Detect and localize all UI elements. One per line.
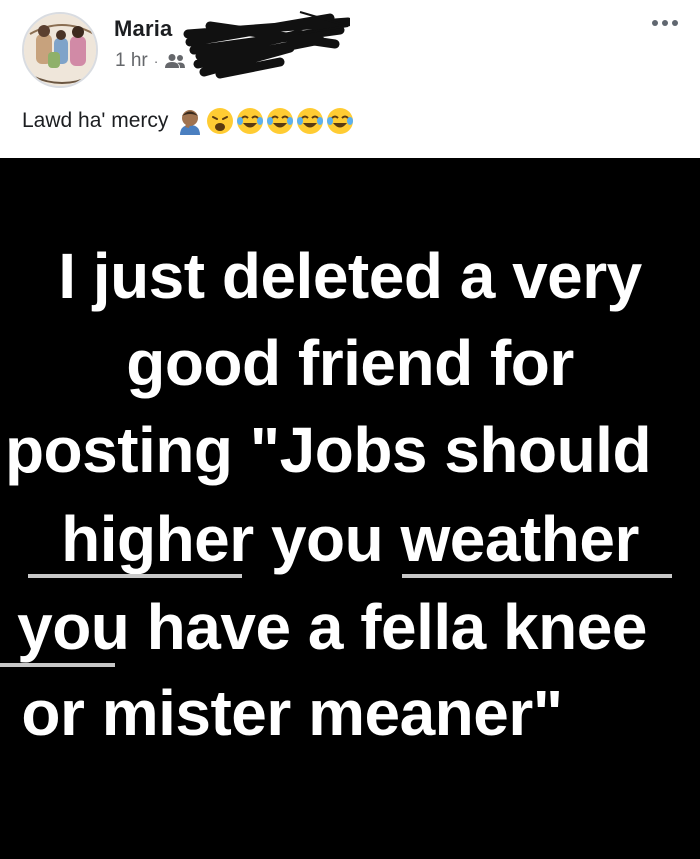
meme-text-line: posting "Jobs should [4, 414, 652, 486]
underline-weather [402, 574, 672, 578]
meta-separator: · [153, 53, 159, 69]
name-redaction-scribble [183, 11, 350, 79]
post-header: Maria 1 hr · [0, 0, 700, 95]
more-dot [652, 20, 658, 26]
man-facepalming-emoji [180, 110, 201, 135]
more-options-icon[interactable] [652, 20, 678, 26]
author-name[interactable]: Maria [114, 16, 172, 42]
meme-text-line: you have a fella knee [17, 591, 647, 663]
caption-text: Lawd ha' mercy [22, 109, 169, 132]
avatar-photo [24, 14, 96, 86]
face-with-tears-of-joy-emoji [267, 108, 294, 134]
weary-face-emoji [207, 108, 234, 134]
meme-text-line: good friend for [126, 327, 574, 399]
underline-higher [28, 574, 242, 578]
meme-text-line: or mister meaner" [21, 677, 563, 749]
friends-icon [165, 54, 186, 68]
timestamp[interactable]: 1 hr [115, 50, 148, 72]
more-dot [662, 20, 668, 26]
meme-text-line: higher you weather [61, 503, 639, 575]
underline-you [0, 663, 115, 667]
post-meta: 1 hr · [115, 50, 186, 72]
face-with-tears-of-joy-emoji [297, 108, 324, 134]
face-with-tears-of-joy-emoji [237, 108, 264, 134]
post-caption: Lawd ha' mercy [22, 105, 356, 137]
meme-text-line: I just deleted a very [58, 240, 642, 312]
post-image[interactable]: I just deleted a very good friend for po… [0, 158, 700, 859]
face-with-tears-of-joy-emoji [327, 108, 354, 134]
more-dot [672, 20, 678, 26]
avatar[interactable] [22, 12, 98, 88]
facebook-post: Maria 1 hr · Lawd ha' mercy I just delet… [0, 0, 700, 859]
